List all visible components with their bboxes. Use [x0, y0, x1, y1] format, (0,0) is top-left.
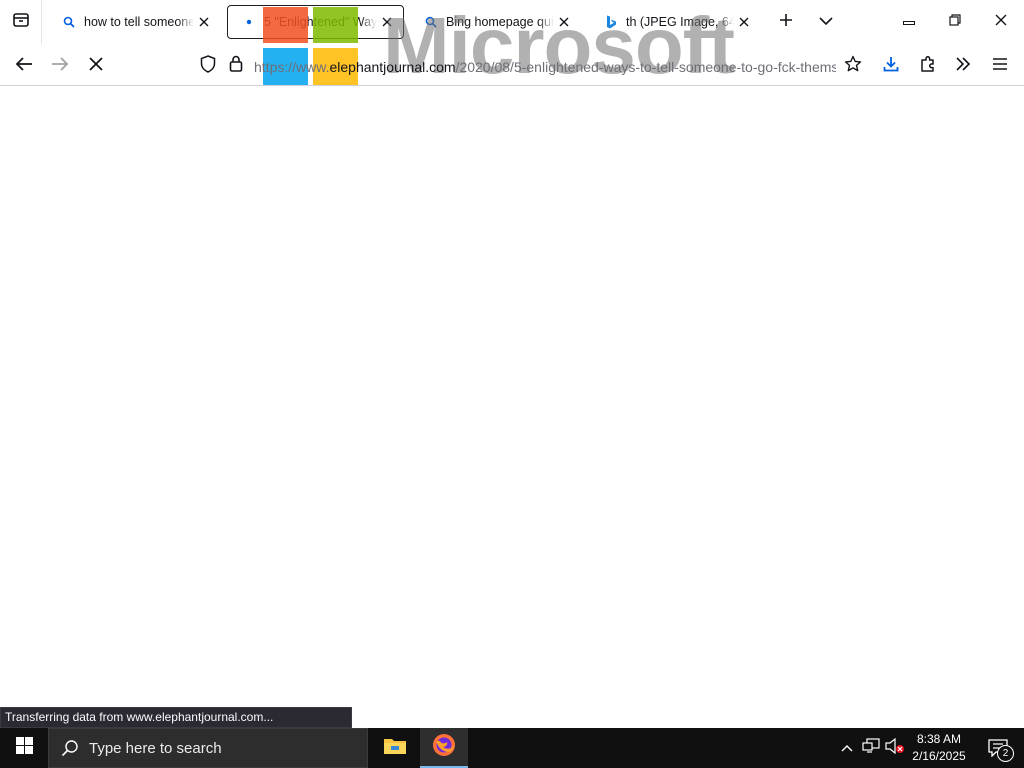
- notification-count-badge: 2: [997, 745, 1014, 762]
- restore-icon: [949, 13, 961, 31]
- shield-icon: [200, 54, 216, 78]
- network-icon: [862, 737, 880, 759]
- stop-button[interactable]: [80, 50, 112, 82]
- volume-muted-icon: [885, 737, 905, 759]
- hamburger-menu-icon: [992, 57, 1008, 76]
- folder-icon: [383, 736, 407, 761]
- start-button[interactable]: [0, 728, 48, 768]
- action-center-button[interactable]: 2: [978, 728, 1018, 768]
- firefox-view-button[interactable]: [0, 0, 42, 44]
- firefox-icon: [432, 733, 456, 762]
- status-panel: Transferring data from www.elephantjourn…: [0, 707, 352, 728]
- url-host: elephantjournal.com: [329, 59, 456, 75]
- close-tab-icon[interactable]: [194, 12, 214, 32]
- clock-date: 2/16/2025: [912, 749, 966, 763]
- loading-dot-icon: [242, 15, 256, 29]
- network-tray-button[interactable]: [860, 736, 882, 760]
- tab-title: how to tell someone to go f*ck themselve…: [84, 15, 194, 29]
- back-button[interactable]: [8, 50, 40, 82]
- url-prefix: https://www.: [254, 59, 330, 75]
- restore-button[interactable]: [932, 0, 978, 44]
- lock-icon: [229, 55, 243, 77]
- file-explorer-taskbar-button[interactable]: [371, 728, 419, 768]
- taskbar-clock[interactable]: 8:38 AM 2/16/2025: [904, 731, 974, 765]
- notification-icon: 2: [988, 739, 1014, 762]
- windows-logo-icon: [15, 737, 33, 759]
- close-icon: [995, 13, 1007, 31]
- download-icon: [883, 56, 899, 77]
- chevron-down-icon: [819, 13, 833, 31]
- puzzle-icon: [919, 55, 937, 78]
- minimize-icon: [903, 13, 915, 31]
- back-arrow-icon: [15, 56, 33, 77]
- new-tab-button[interactable]: [770, 6, 802, 38]
- plus-icon: [779, 13, 793, 32]
- minimize-button[interactable]: [886, 0, 932, 44]
- page-content-area[interactable]: [0, 86, 1024, 728]
- forward-arrow-icon: [51, 56, 69, 77]
- extensions-button[interactable]: [912, 50, 944, 82]
- list-all-tabs-button[interactable]: [810, 6, 842, 38]
- bookmark-button[interactable]: [837, 50, 869, 82]
- clock-time: 8:38 AM: [916, 732, 962, 746]
- show-hidden-icons-button[interactable]: [836, 736, 858, 760]
- tab-1[interactable]: how to tell someone to go f*ck themselve…: [48, 5, 220, 39]
- volume-tray-button[interactable]: [884, 736, 906, 760]
- firefox-taskbar-button[interactable]: [420, 728, 468, 768]
- app-menu-button[interactable]: [984, 50, 1016, 82]
- close-tab-icon[interactable]: [734, 12, 754, 32]
- site-info-button[interactable]: [220, 50, 252, 82]
- taskbar-search-box[interactable]: Type here to search: [48, 728, 368, 768]
- chevron-up-icon: [841, 739, 853, 757]
- more-tools-button[interactable]: [947, 50, 979, 82]
- double-chevron-right-icon: [955, 56, 971, 76]
- stop-icon: [89, 56, 103, 76]
- firefox-view-icon: [12, 11, 30, 34]
- forward-button[interactable]: [44, 50, 76, 82]
- search-placeholder: Type here to search: [89, 739, 222, 757]
- downloads-button[interactable]: [875, 50, 907, 82]
- url-bar[interactable]: https://www.elephantjournal.com/2020/08/…: [254, 58, 836, 76]
- search-icon: [62, 15, 76, 29]
- star-icon: [844, 55, 862, 78]
- close-window-button[interactable]: [978, 0, 1024, 44]
- search-icon: [61, 739, 79, 757]
- url-path: /2020/08/5-enlightened-ways-to-tell-some…: [455, 59, 836, 75]
